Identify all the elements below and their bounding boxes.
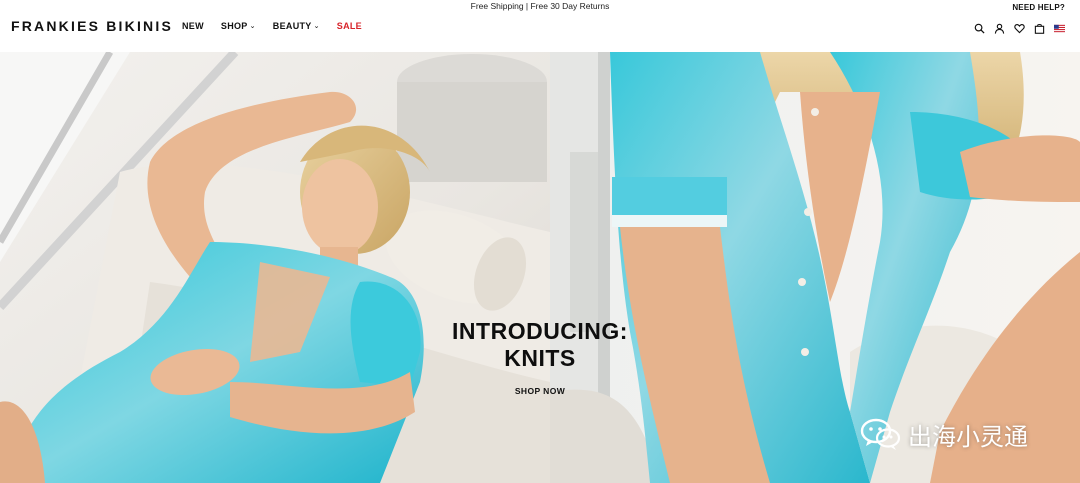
wishlist-heart-icon[interactable] [1009, 21, 1029, 35]
site-header: FRANKIES BIKINIS NEW SHOP ⌄ BEAUTY ⌄ SAL… [0, 12, 1080, 52]
main-nav: NEW SHOP ⌄ BEAUTY ⌄ SALE [182, 21, 379, 31]
hero-title-line2: KNITS [504, 345, 576, 371]
wechat-icon [860, 418, 901, 450]
nav-item-sale[interactable]: SALE [337, 21, 362, 31]
nav-item-beauty[interactable]: BEAUTY ⌄ [273, 21, 320, 31]
watermark: 出海小灵通 [860, 416, 1028, 452]
hero-copy: INTRODUCING: KNITS SHOP NOW [0, 318, 1080, 399]
brand-logo[interactable]: FRANKIES BIKINIS [11, 18, 173, 34]
watermark-text: 出海小灵通 [908, 422, 1028, 451]
need-help-link[interactable]: NEED HELP? [1012, 3, 1065, 12]
hero-image-left [0, 52, 550, 483]
nav-item-sale-label: SALE [336, 21, 362, 31]
search-icon[interactable] [969, 21, 989, 35]
hero-title-line1: INTRODUCING: [452, 318, 628, 344]
cart-bag-icon[interactable] [1029, 21, 1049, 35]
header-icons [969, 21, 1069, 35]
nav-item-shop[interactable]: SHOP ⌄ [221, 21, 256, 31]
nav-item-new-label: NEW [182, 21, 204, 31]
announcement-bar: Free Shipping | Free 30 Day Returns [470, 1, 610, 11]
nav-item-beauty-label: BEAUTY [272, 21, 312, 31]
nav-item-shop-label: SHOP [220, 21, 248, 31]
chevron-down-icon: ⌄ [249, 23, 256, 30]
shop-now-link[interactable]: SHOP NOW [515, 386, 565, 396]
us-flag-icon[interactable] [1049, 21, 1069, 35]
account-icon[interactable] [989, 21, 1009, 35]
nav-item-new[interactable]: NEW [182, 21, 204, 31]
chevron-down-icon: ⌄ [313, 23, 320, 30]
hero-banner[interactable]: INTRODUCING: KNITS SHOP NOW 出海小灵通 [0, 52, 1080, 483]
